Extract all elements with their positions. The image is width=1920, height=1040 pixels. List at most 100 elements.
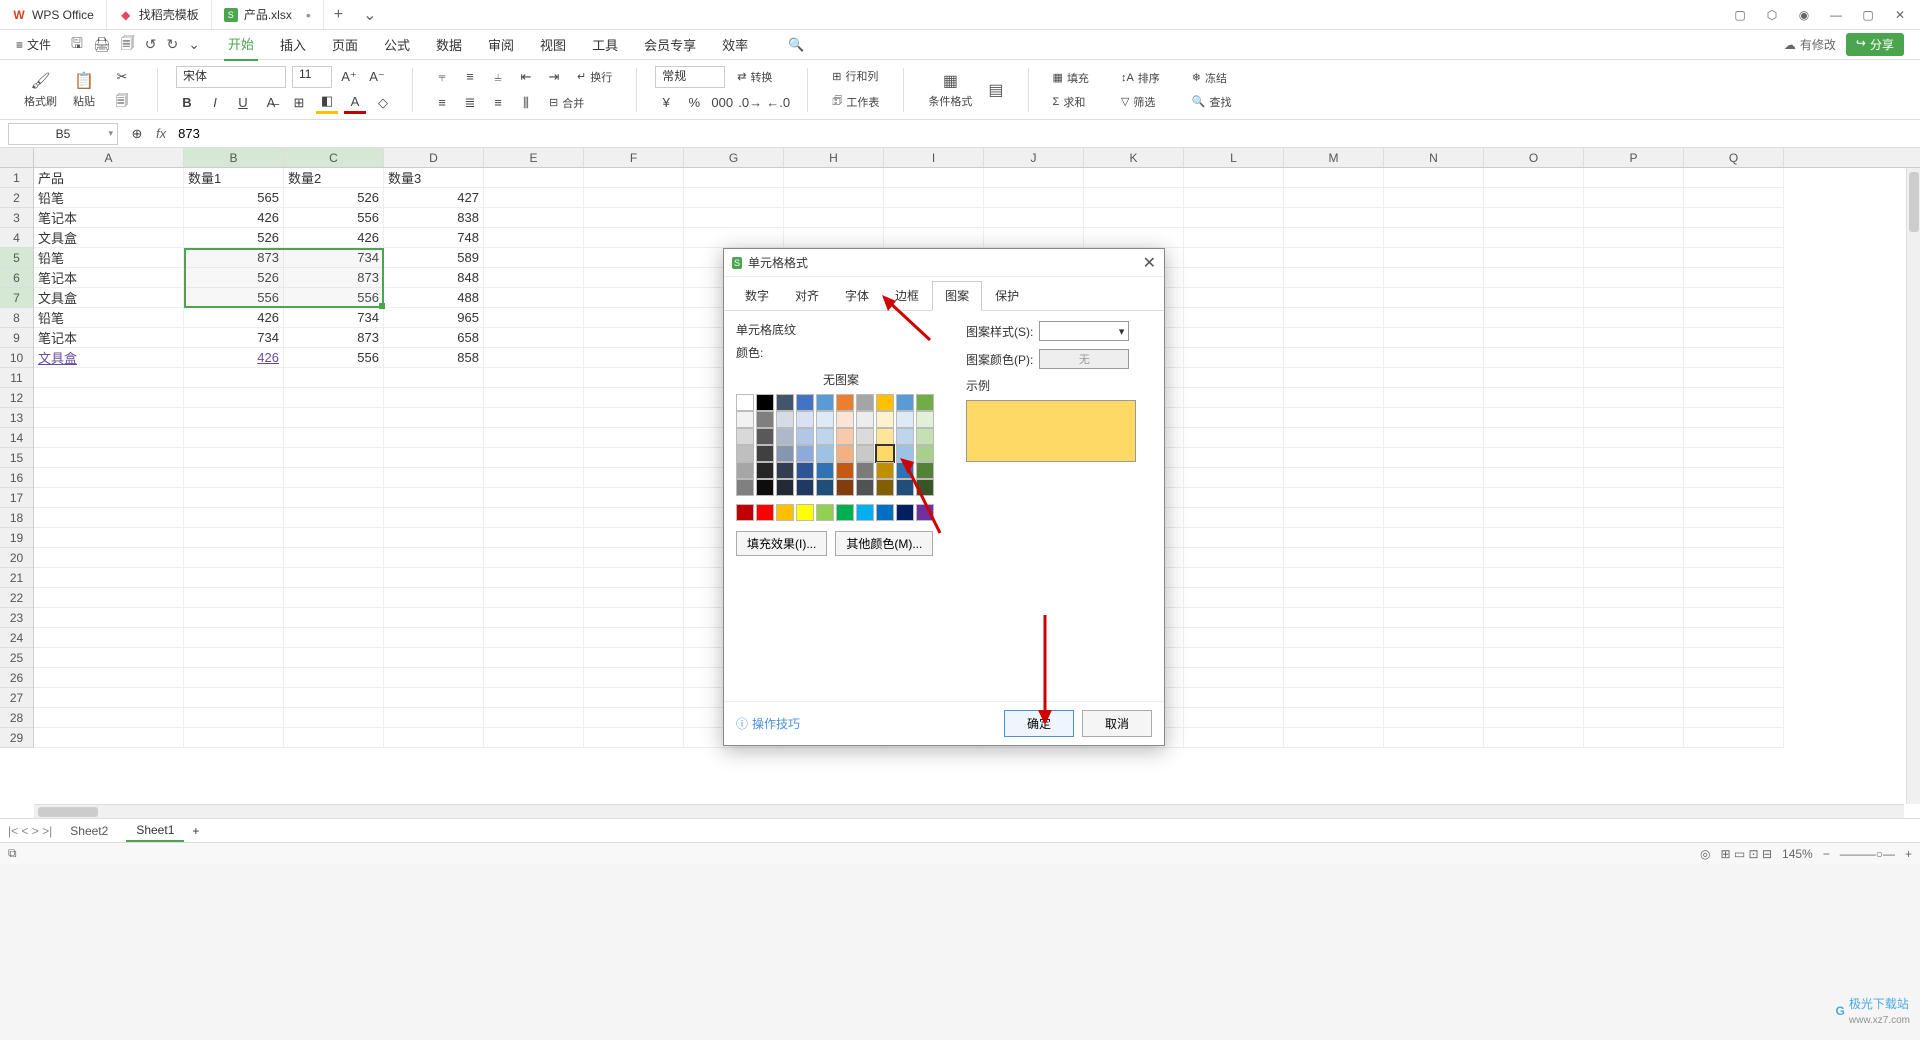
- row-header[interactable]: 5: [0, 248, 33, 268]
- color-swatch[interactable]: [876, 479, 894, 496]
- cell[interactable]: [1384, 548, 1484, 568]
- cell[interactable]: [1484, 208, 1584, 228]
- cell[interactable]: 589: [384, 248, 484, 268]
- italic-button[interactable]: I: [204, 92, 226, 114]
- cell[interactable]: [1684, 648, 1784, 668]
- decimal-inc-button[interactable]: .0→: [739, 92, 761, 114]
- cell[interactable]: [284, 368, 384, 388]
- cell[interactable]: [584, 528, 684, 548]
- cell[interactable]: [184, 648, 284, 668]
- cell[interactable]: [1284, 408, 1384, 428]
- cell[interactable]: [1684, 228, 1784, 248]
- cell[interactable]: [1084, 188, 1184, 208]
- cell[interactable]: 427: [384, 188, 484, 208]
- row-header[interactable]: 13: [0, 408, 33, 428]
- col-header[interactable]: E: [484, 148, 584, 167]
- cell[interactable]: [1284, 288, 1384, 308]
- tab-tools[interactable]: 工具: [588, 29, 622, 60]
- color-swatch[interactable]: [796, 462, 814, 479]
- cell[interactable]: [484, 568, 584, 588]
- cell[interactable]: [1484, 328, 1584, 348]
- cell[interactable]: [1384, 488, 1484, 508]
- cell[interactable]: [1384, 668, 1484, 688]
- more-colors-button[interactable]: 其他颜色(M)...: [835, 531, 933, 556]
- fx-expand-icon[interactable]: ⊕: [126, 123, 148, 145]
- cell[interactable]: [1184, 628, 1284, 648]
- zoom-out-button[interactable]: −: [1823, 847, 1830, 861]
- color-swatch[interactable]: [896, 462, 914, 479]
- cell[interactable]: [1584, 348, 1684, 368]
- cell[interactable]: [1484, 388, 1584, 408]
- cell[interactable]: [1684, 568, 1784, 588]
- cell[interactable]: [34, 448, 184, 468]
- color-swatch[interactable]: [776, 479, 794, 496]
- cell[interactable]: 426: [184, 308, 284, 328]
- cell[interactable]: [34, 688, 184, 708]
- color-swatch[interactable]: [816, 504, 834, 521]
- cell[interactable]: [1584, 648, 1684, 668]
- cell[interactable]: [1484, 348, 1584, 368]
- cell[interactable]: [1284, 368, 1384, 388]
- app-tab-document[interactable]: S 产品.xlsx •: [212, 0, 324, 29]
- color-swatch[interactable]: [736, 445, 754, 462]
- cell[interactable]: [484, 368, 584, 388]
- cell[interactable]: [1684, 248, 1784, 268]
- paste-button[interactable]: 📋粘贴: [67, 69, 101, 111]
- color-swatch[interactable]: [796, 394, 814, 411]
- cell[interactable]: [34, 428, 184, 448]
- cell[interactable]: [484, 548, 584, 568]
- cell[interactable]: [1184, 648, 1284, 668]
- cell[interactable]: [284, 648, 384, 668]
- cell[interactable]: [1284, 588, 1384, 608]
- row-header[interactable]: 18: [0, 508, 33, 528]
- cell[interactable]: [1184, 248, 1284, 268]
- minimize-button[interactable]: ―: [1826, 5, 1846, 25]
- select-all-corner[interactable]: [0, 148, 34, 167]
- cell[interactable]: [584, 588, 684, 608]
- cell[interactable]: [484, 328, 584, 348]
- cell[interactable]: [1184, 328, 1284, 348]
- cell[interactable]: [384, 488, 484, 508]
- cell[interactable]: [1384, 228, 1484, 248]
- decimal-dec-button[interactable]: ←.0: [767, 92, 789, 114]
- cell[interactable]: [1484, 188, 1584, 208]
- col-header[interactable]: O: [1484, 148, 1584, 167]
- cell[interactable]: [384, 528, 484, 548]
- cell[interactable]: [284, 668, 384, 688]
- cell[interactable]: [1284, 488, 1384, 508]
- cell[interactable]: [1484, 448, 1584, 468]
- cell[interactable]: [384, 548, 484, 568]
- color-swatch[interactable]: [736, 428, 754, 445]
- zoom-in-button[interactable]: +: [1905, 847, 1912, 861]
- tab-list-button[interactable]: ⌄: [353, 5, 386, 25]
- cell[interactable]: [384, 568, 484, 588]
- cell[interactable]: 笔记本: [34, 328, 184, 348]
- color-swatch[interactable]: [916, 428, 934, 445]
- cell[interactable]: [1484, 728, 1584, 748]
- cell[interactable]: [1584, 468, 1684, 488]
- color-swatch[interactable]: [836, 462, 854, 479]
- cell[interactable]: [1584, 548, 1684, 568]
- cell[interactable]: 526: [284, 188, 384, 208]
- cell[interactable]: [1584, 488, 1684, 508]
- cell[interactable]: [384, 688, 484, 708]
- cell[interactable]: [284, 448, 384, 468]
- cell[interactable]: [284, 708, 384, 728]
- row-header[interactable]: 3: [0, 208, 33, 228]
- cell[interactable]: [1484, 308, 1584, 328]
- cell[interactable]: [1384, 208, 1484, 228]
- cell[interactable]: [1384, 708, 1484, 728]
- cell[interactable]: [1684, 428, 1784, 448]
- maximize-button[interactable]: ▢: [1858, 5, 1878, 25]
- add-sheet-button[interactable]: +: [192, 824, 199, 838]
- cell[interactable]: [1484, 628, 1584, 648]
- find-button[interactable]: 🔍查找: [1186, 92, 1238, 112]
- col-header[interactable]: N: [1384, 148, 1484, 167]
- cell[interactable]: [1684, 168, 1784, 188]
- cell[interactable]: [284, 728, 384, 748]
- cell[interactable]: [484, 208, 584, 228]
- cell[interactable]: [484, 468, 584, 488]
- cell[interactable]: [1384, 288, 1484, 308]
- cell[interactable]: [584, 648, 684, 668]
- cell[interactable]: [1284, 308, 1384, 328]
